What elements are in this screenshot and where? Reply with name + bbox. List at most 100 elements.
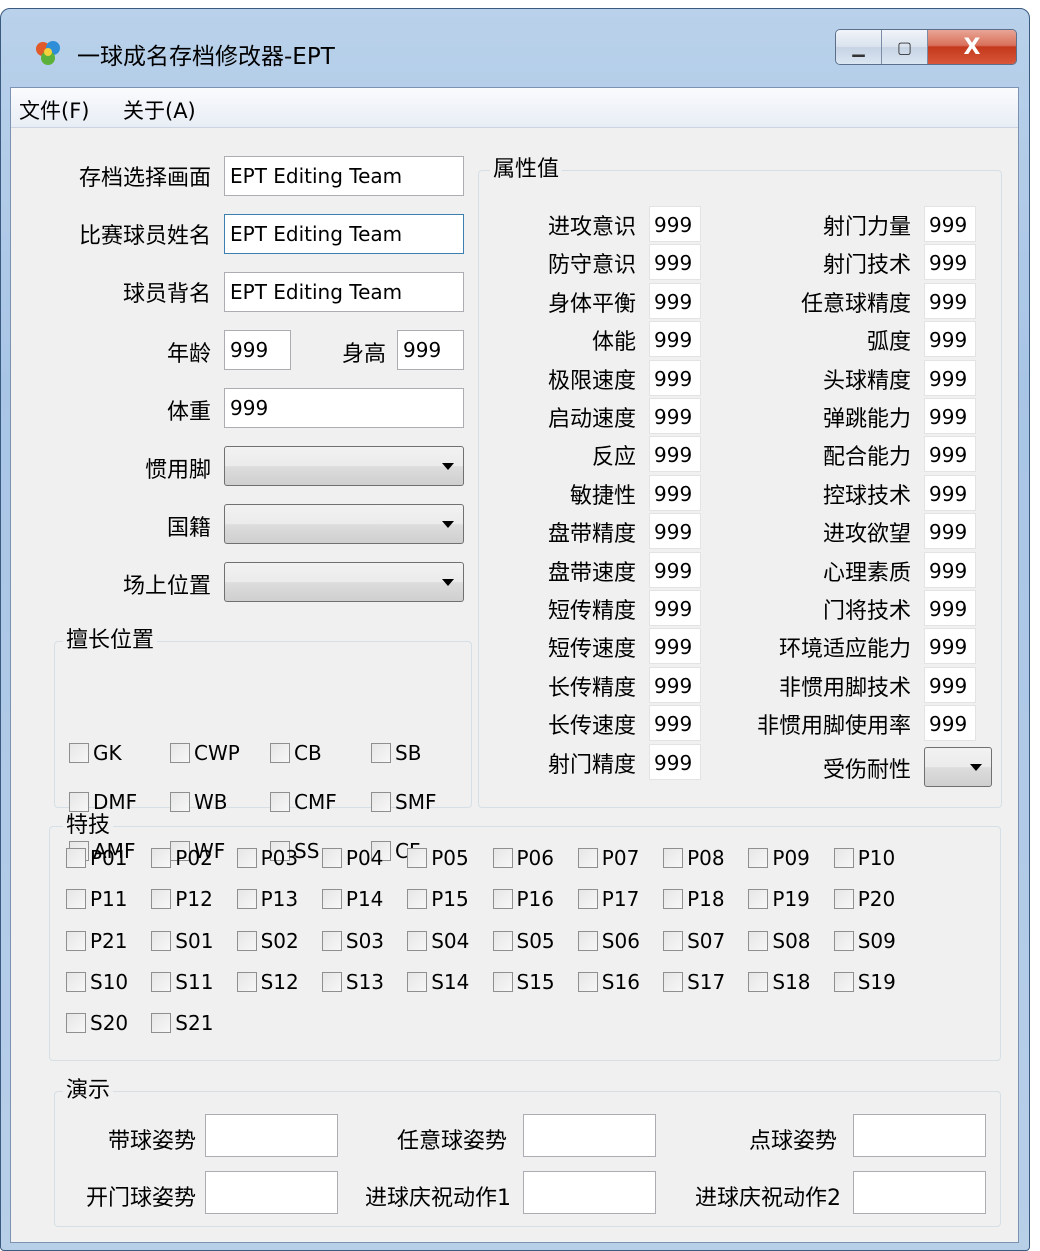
skill-checkbox-s04[interactable]: S04	[407, 927, 469, 955]
checkbox-box[interactable]	[69, 743, 89, 763]
skill-checkbox-s09[interactable]: S09	[833, 927, 896, 955]
checkbox-box[interactable]	[748, 930, 769, 951]
close-button[interactable]: X	[928, 30, 1016, 64]
skill-checkbox-s02[interactable]: S02	[236, 927, 299, 955]
minimize-button[interactable]: ▁	[836, 30, 882, 64]
checkbox-box[interactable]	[321, 848, 342, 868]
skill-checkbox-p10[interactable]: P10	[833, 844, 895, 872]
back-name-input[interactable]: EPT Editing Team	[224, 272, 464, 312]
attr-input[interactable]: 999	[649, 398, 701, 434]
skill-checkbox-s18[interactable]: S18	[748, 968, 811, 996]
checkbox-box[interactable]	[407, 848, 428, 868]
checkbox-box[interactable]	[663, 930, 684, 951]
checkbox-box[interactable]	[833, 971, 854, 992]
position-checkbox-sb[interactable]: SB	[371, 739, 421, 767]
demo-input-celebration1[interactable]	[523, 1171, 656, 1214]
skill-checkbox-s21[interactable]: S21	[151, 1009, 213, 1037]
checkbox-box[interactable]	[236, 930, 257, 951]
attr-input[interactable]: 999	[924, 436, 976, 473]
position-checkbox-smf[interactable]: SMF	[371, 788, 436, 816]
attr-input[interactable]: 999	[649, 282, 701, 319]
skill-checkbox-p17[interactable]: P17	[577, 885, 639, 913]
checkbox-box[interactable]	[321, 971, 342, 992]
checkbox-box[interactable]	[492, 930, 513, 951]
skill-checkbox-p06[interactable]: P06	[492, 844, 554, 872]
skill-checkbox-p15[interactable]: P15	[407, 885, 469, 913]
skill-checkbox-s14[interactable]: S14	[407, 968, 469, 996]
checkbox-box[interactable]	[270, 792, 290, 812]
skill-checkbox-s03[interactable]: S03	[321, 927, 384, 955]
checkbox-box[interactable]	[577, 971, 598, 992]
attr-input[interactable]: 999	[649, 321, 701, 358]
skill-checkbox-p01[interactable]: P01	[66, 844, 128, 872]
skill-checkbox-s07[interactable]: S07	[663, 927, 725, 955]
maximize-button[interactable]: ▢	[882, 30, 928, 64]
position-checkbox-wb[interactable]: WB	[170, 788, 228, 816]
checkbox-box[interactable]	[833, 930, 854, 951]
skill-checkbox-p20[interactable]: P20	[833, 885, 895, 913]
checkbox-box[interactable]	[748, 848, 769, 868]
checkbox-box[interactable]	[170, 792, 190, 812]
attr-input[interactable]: 999	[924, 359, 976, 396]
skill-checkbox-s13[interactable]: S13	[321, 968, 384, 996]
position-checkbox-cb[interactable]: CB	[270, 739, 322, 767]
demo-input-penalty[interactable]	[853, 1114, 986, 1157]
checkbox-box[interactable]	[833, 848, 854, 868]
skill-checkbox-p07[interactable]: P07	[577, 844, 639, 872]
checkbox-box[interactable]	[236, 889, 257, 910]
checkbox-box[interactable]	[66, 848, 86, 868]
checkbox-box[interactable]	[663, 889, 684, 910]
skill-checkbox-s19[interactable]: S19	[833, 968, 896, 996]
demo-input-freekick[interactable]	[523, 1114, 656, 1157]
attr-input[interactable]: 999	[924, 666, 976, 703]
skill-checkbox-p11[interactable]: P11	[66, 885, 128, 913]
checkbox-box[interactable]	[371, 743, 391, 763]
position-checkbox-cwp[interactable]: CWP	[170, 739, 240, 767]
checkbox-box[interactable]	[371, 792, 391, 812]
attr-input[interactable]: 999	[924, 244, 976, 281]
checkbox-box[interactable]	[577, 848, 598, 868]
attr-input[interactable]: 999	[924, 474, 976, 511]
menu-file[interactable]: 文件(F)	[19, 95, 89, 125]
attr-input[interactable]: 999	[649, 513, 701, 550]
attr-input[interactable]: 999	[924, 513, 976, 550]
skill-checkbox-s10[interactable]: S10	[66, 968, 128, 996]
injury-select[interactable]	[924, 747, 992, 787]
checkbox-box[interactable]	[321, 930, 342, 951]
checkbox-box[interactable]	[66, 971, 86, 992]
checkbox-box[interactable]	[663, 971, 684, 992]
attr-input[interactable]: 999	[924, 551, 976, 588]
checkbox-box[interactable]	[66, 1013, 86, 1034]
checkbox-box[interactable]	[170, 743, 190, 763]
attr-input[interactable]: 999	[924, 590, 976, 626]
checkbox-box[interactable]	[151, 971, 172, 992]
attr-input[interactable]: 999	[649, 590, 701, 626]
skill-checkbox-p02[interactable]: P02	[151, 844, 213, 872]
skill-checkbox-p19[interactable]: P19	[748, 885, 810, 913]
title-bar[interactable]: 一球成名存档修改器-EPT ▁ ▢ X	[1, 9, 1029, 85]
skill-checkbox-s17[interactable]: S17	[663, 968, 725, 996]
checkbox-box[interactable]	[492, 889, 513, 910]
skill-checkbox-s15[interactable]: S15	[492, 968, 555, 996]
attr-input[interactable]: 999	[649, 359, 701, 396]
skill-checkbox-s05[interactable]: S05	[492, 927, 555, 955]
skill-checkbox-p18[interactable]: P18	[663, 885, 725, 913]
skill-checkbox-p21[interactable]: P21	[66, 927, 128, 955]
skill-checkbox-s11[interactable]: S11	[151, 968, 213, 996]
attr-input[interactable]: 999	[649, 628, 701, 665]
menu-about[interactable]: 关于(A)	[123, 95, 196, 125]
checkbox-box[interactable]	[407, 889, 428, 910]
checkbox-box[interactable]	[748, 971, 769, 992]
skill-checkbox-p09[interactable]: P09	[748, 844, 810, 872]
position-checkbox-cmf[interactable]: CMF	[270, 788, 337, 816]
attr-input[interactable]: 999	[924, 705, 976, 742]
save-screen-input[interactable]: EPT Editing Team	[224, 156, 464, 196]
checkbox-box[interactable]	[407, 930, 428, 951]
demo-input-goalkick[interactable]	[205, 1171, 338, 1214]
skill-checkbox-p08[interactable]: P08	[663, 844, 725, 872]
attr-input[interactable]: 999	[649, 666, 701, 703]
skill-checkbox-s06[interactable]: S06	[577, 927, 640, 955]
attr-input[interactable]: 999	[649, 551, 701, 588]
checkbox-box[interactable]	[748, 889, 769, 910]
checkbox-box[interactable]	[151, 1013, 172, 1034]
